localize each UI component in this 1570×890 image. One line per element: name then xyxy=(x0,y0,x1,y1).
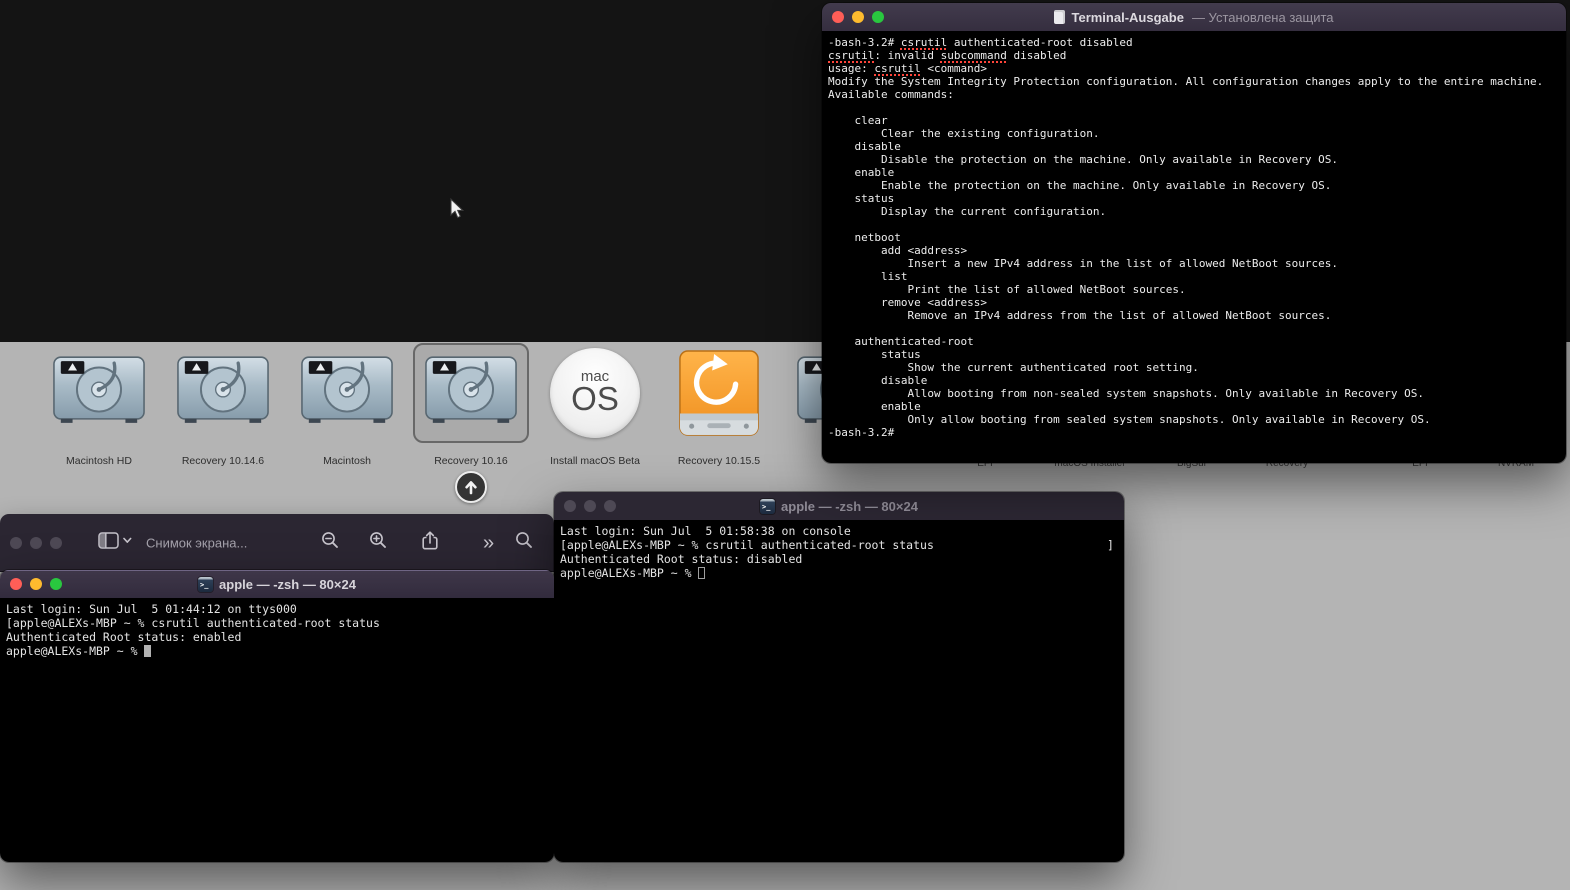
sidebar-toggle-button[interactable] xyxy=(98,530,134,555)
minimize-button[interactable] xyxy=(852,11,864,23)
boot-item-label: Macintosh HD xyxy=(66,455,132,467)
terminal-output-area[interactable]: -bash-3.2# csrutil authenticated-root di… xyxy=(822,31,1566,463)
window-terminal-bottom: >_ apple — -zsh — 80×24 Last login: Sun … xyxy=(0,570,554,862)
boot-item-label: Recovery 10.14.6 xyxy=(181,455,265,467)
internal-drive-icon xyxy=(52,354,146,432)
minimize-button[interactable] xyxy=(30,536,42,549)
arrow-up-icon xyxy=(465,481,477,495)
zoom-button[interactable] xyxy=(872,11,884,23)
boot-item-install-macos-beta[interactable]: mac OS Install macOS Beta xyxy=(537,343,653,467)
sidebar-icon xyxy=(98,531,132,549)
boot-arrow-button[interactable] xyxy=(455,471,487,503)
internal-drive-icon xyxy=(176,354,270,432)
boot-item-label: Macintosh xyxy=(323,455,371,467)
zoom-out-icon xyxy=(322,531,338,548)
time-machine-drive-icon xyxy=(679,350,759,436)
window-title: Terminal-Ausgabe xyxy=(1071,9,1184,25)
boot-item-label: Install macOS Beta xyxy=(550,455,640,467)
terminal-cursor-block xyxy=(698,567,706,579)
close-button[interactable] xyxy=(832,11,844,23)
boot-item-recovery-10-14-6[interactable]: Recovery 10.14.6 xyxy=(165,343,281,467)
window-preview-toolbar: Снимок экрана... » xyxy=(0,514,554,572)
document-icon xyxy=(1054,10,1066,24)
terminal-input-area[interactable]: Last login: Sun Jul 5 01:44:12 on ttys00… xyxy=(0,598,554,862)
terminal-input-area[interactable]: Last login: Sun Jul 5 01:58:38 on consol… xyxy=(554,520,1124,862)
zoom-in-icon xyxy=(370,531,386,548)
preview-window-title[interactable]: Снимок экрана... xyxy=(146,535,247,550)
terminal-text: Last login: Sun Jul 5 01:58:38 on consol… xyxy=(560,524,1114,580)
share-icon xyxy=(422,530,438,549)
terminal-text: Last login: Sun Jul 5 01:44:12 on ttys00… xyxy=(6,602,380,658)
zoom-button[interactable] xyxy=(50,578,62,590)
boot-item-label: Recovery 10.16 xyxy=(434,455,508,467)
close-button[interactable] xyxy=(10,536,22,549)
terminal-app-icon: >_ xyxy=(760,498,776,514)
terminal-cursor-block xyxy=(144,645,152,657)
zoom-button[interactable] xyxy=(604,500,616,512)
boot-item-recovery-10-15-5[interactable]: Recovery 10.15.5 xyxy=(661,343,777,467)
zoom-in-button[interactable] xyxy=(368,530,388,555)
selection-ring xyxy=(413,343,529,443)
macos-badge-text-bottom: OS xyxy=(571,380,619,417)
close-button[interactable] xyxy=(564,500,576,512)
macos-installer-icon: mac OS xyxy=(550,348,640,438)
internal-drive-icon xyxy=(424,354,518,432)
zoom-button[interactable] xyxy=(50,536,62,549)
titlebar[interactable]: >_ apple — -zsh — 80×24 xyxy=(554,492,1124,520)
share-button[interactable] xyxy=(420,529,440,556)
mouse-pointer-icon xyxy=(450,198,465,219)
window-title-suffix: — Установлена защита xyxy=(1191,9,1334,25)
zoom-out-button[interactable] xyxy=(320,530,340,555)
terminal-app-icon: >_ xyxy=(198,576,214,592)
close-button[interactable] xyxy=(10,578,22,590)
window-terminal-ausgabe: Terminal-Ausgabe — Установлена защита -b… xyxy=(822,3,1566,463)
search-icon xyxy=(516,531,532,548)
window-terminal-middle: >_ apple — -zsh — 80×24 Last login: Sun … xyxy=(554,492,1124,862)
chevron-down-icon xyxy=(123,537,132,543)
toolbar-overflow-button[interactable]: » xyxy=(483,533,494,553)
window-title: apple — -zsh — 80×24 xyxy=(781,498,918,514)
titlebar[interactable]: >_ apple — -zsh — 80×24 xyxy=(0,570,554,598)
titlebar[interactable]: Terminal-Ausgabe — Установлена защита xyxy=(822,3,1566,31)
boot-item-recovery-10-16-selected[interactable]: Recovery 10.16 xyxy=(413,343,529,467)
window-title: apple — -zsh — 80×24 xyxy=(219,576,356,592)
search-button[interactable] xyxy=(514,530,534,555)
internal-drive-icon xyxy=(300,354,394,432)
boot-item-macintosh[interactable]: Macintosh xyxy=(289,343,405,467)
terminal-ausgabe-text: -bash-3.2# csrutil authenticated-root di… xyxy=(828,36,1544,439)
desktop: Macintosh HD Recovery 10.14.6 Macintosh … xyxy=(0,0,1570,890)
minimize-button[interactable] xyxy=(30,578,42,590)
boot-item-macintosh-hd[interactable]: Macintosh HD xyxy=(41,343,157,467)
boot-item-label: Recovery 10.15.5 xyxy=(677,455,761,467)
minimize-button[interactable] xyxy=(584,500,596,512)
